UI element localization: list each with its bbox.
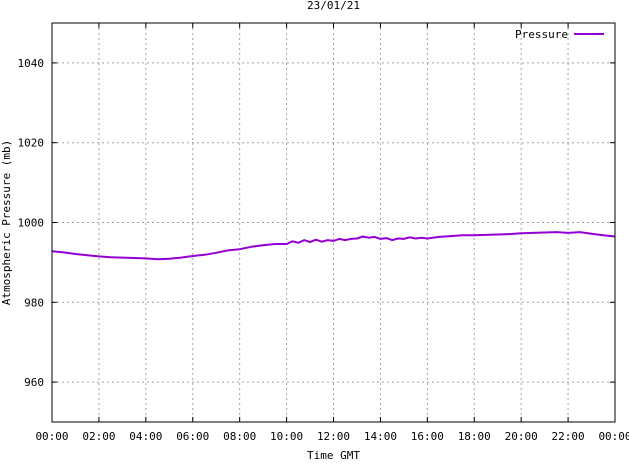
- pressure-chart: 00:00 02:00 04:00 06:00 08:00 10:00 12:00 14:00…: [0, 0, 629, 459]
- x-tick-label: 04:00: [129, 430, 162, 443]
- y-tick-label: 980: [24, 296, 44, 309]
- y-tick-label: 1020: [18, 137, 45, 150]
- y-tick-label: 1000: [18, 217, 45, 230]
- x-tick-label: 08:00: [223, 430, 256, 443]
- x-tick-label: 14:00: [364, 430, 397, 443]
- y-axis-label: Atmospheric Pressure (mb): [0, 140, 13, 306]
- x-axis-label: Time GMT: [307, 449, 360, 459]
- chart-title: 23/01/21: [307, 0, 360, 12]
- x-tick-label: 12:00: [317, 430, 350, 443]
- series-layer: [52, 232, 615, 259]
- x-tick-label: 02:00: [82, 430, 115, 443]
- x-tick-label: 10:00: [270, 430, 303, 443]
- y-tick-label: 960: [24, 376, 44, 389]
- x-tick-label: 22:00: [552, 430, 585, 443]
- x-tick-label: 20:00: [505, 430, 538, 443]
- legend-label: Pressure: [515, 28, 568, 41]
- x-tick-label: 16:00: [411, 430, 444, 443]
- series-line-pressure: [52, 232, 615, 259]
- x-tick-label: 00:00: [598, 430, 629, 443]
- x-tick-label: 06:00: [176, 430, 209, 443]
- legend: Pressure: [515, 28, 604, 41]
- x-tick-label: 18:00: [458, 430, 491, 443]
- grid: [52, 23, 615, 422]
- x-tick-label: 00:00: [35, 430, 68, 443]
- chart-canvas: 00:00 02:00 04:00 06:00 08:00 10:00 12:00 14:00…: [0, 0, 629, 459]
- y-tick-label: 1040: [18, 57, 45, 70]
